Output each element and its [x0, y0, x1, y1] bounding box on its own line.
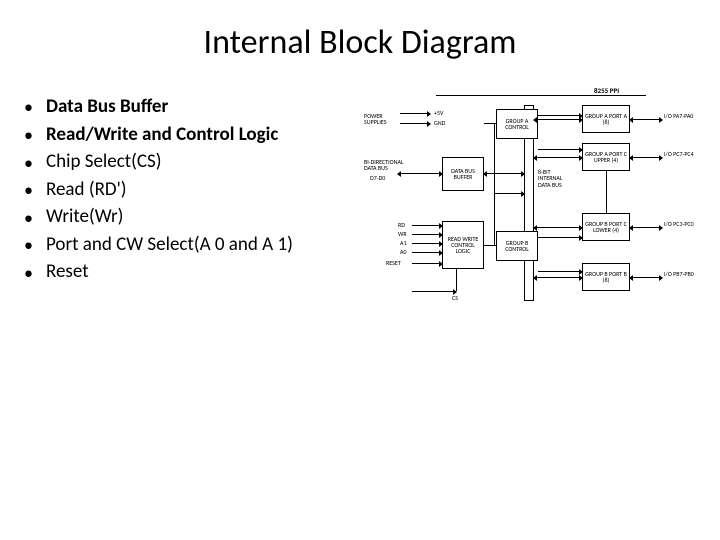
port-a-block: GROUP A PORT A (8)	[582, 105, 630, 133]
bullet-text: Read/Write and Control Logic	[46, 123, 278, 146]
bullet-item: Port and CW Select(A 0 and A 1)	[24, 231, 364, 259]
bullet-item: Write(Wr)	[24, 203, 364, 231]
data-bus-buffer-block: DATA BUS BUFFER	[442, 157, 484, 191]
bullet-text: Port and CW Select(A 0 and A 1)	[46, 233, 293, 256]
pin-wr: WR	[398, 231, 407, 237]
bullet-text: Write(Wr)	[46, 205, 123, 228]
internal-bus-label: 8-BIT INTERNAL DATA BUS	[538, 169, 572, 188]
io-pcl: I/O PC3-PC0	[664, 221, 698, 227]
bullet-text: Chip Select(CS)	[46, 150, 162, 173]
bullet-item: Chip Select(CS)	[24, 148, 364, 176]
io-pa: I/O PA7-PA0	[664, 113, 698, 119]
port-c-lower-block: GROUP B PORT C LOWER (4)	[582, 213, 630, 241]
pin-gnd: GND	[434, 120, 445, 126]
io-pcu: I/O PC7-PC4	[664, 151, 698, 157]
bullet-item: Reset	[24, 258, 364, 286]
pin-a0: A0	[400, 249, 407, 255]
group-a-control-block: GROUP A CONTROL	[496, 109, 538, 139]
bullet-text: Reset	[46, 260, 89, 283]
page-title: Internal Block Diagram	[0, 0, 720, 93]
bullet-text: Data Bus Buffer	[46, 95, 168, 118]
io-pb: I/O PB7-PB0	[664, 271, 698, 277]
pin-5v: +5V	[434, 110, 443, 116]
bullet-item: Read/Write and Control Logic	[24, 121, 364, 149]
block-diagram: 8255 PPI POWER SUPPLIES +5V GND BI-DIREC…	[364, 93, 704, 323]
bullet-text: Read (RD')	[46, 178, 127, 201]
ext-bus-label: BI-DIRECTIONAL DATA BUS	[364, 159, 412, 172]
bullet-item: Read (RD')	[24, 176, 364, 204]
bullet-list: Data Bus Buffer Read/Write and Control Lo…	[24, 93, 364, 323]
content-row: Data Bus Buffer Read/Write and Control Lo…	[0, 93, 720, 323]
port-b-block: GROUP B PORT B (8)	[582, 263, 630, 291]
pin-a1: A1	[400, 240, 407, 246]
port-c-upper-block: GROUP A PORT C UPPER (4)	[582, 143, 630, 171]
group-b-control-block: GROUP B CONTROL	[496, 231, 538, 261]
chip-label: 8255 PPI	[594, 87, 619, 94]
pin-reset: RESET	[386, 260, 401, 266]
rw-logic-block: READ WRITE CONTROL LOGIC	[442, 221, 484, 269]
bullet-item: Data Bus Buffer	[24, 93, 364, 121]
pin-cs: CS	[452, 295, 458, 301]
ext-bus-pins: D7-D0	[370, 175, 385, 181]
pin-rd: RD	[398, 222, 405, 228]
power-label: POWER SUPPLIES	[364, 113, 398, 126]
